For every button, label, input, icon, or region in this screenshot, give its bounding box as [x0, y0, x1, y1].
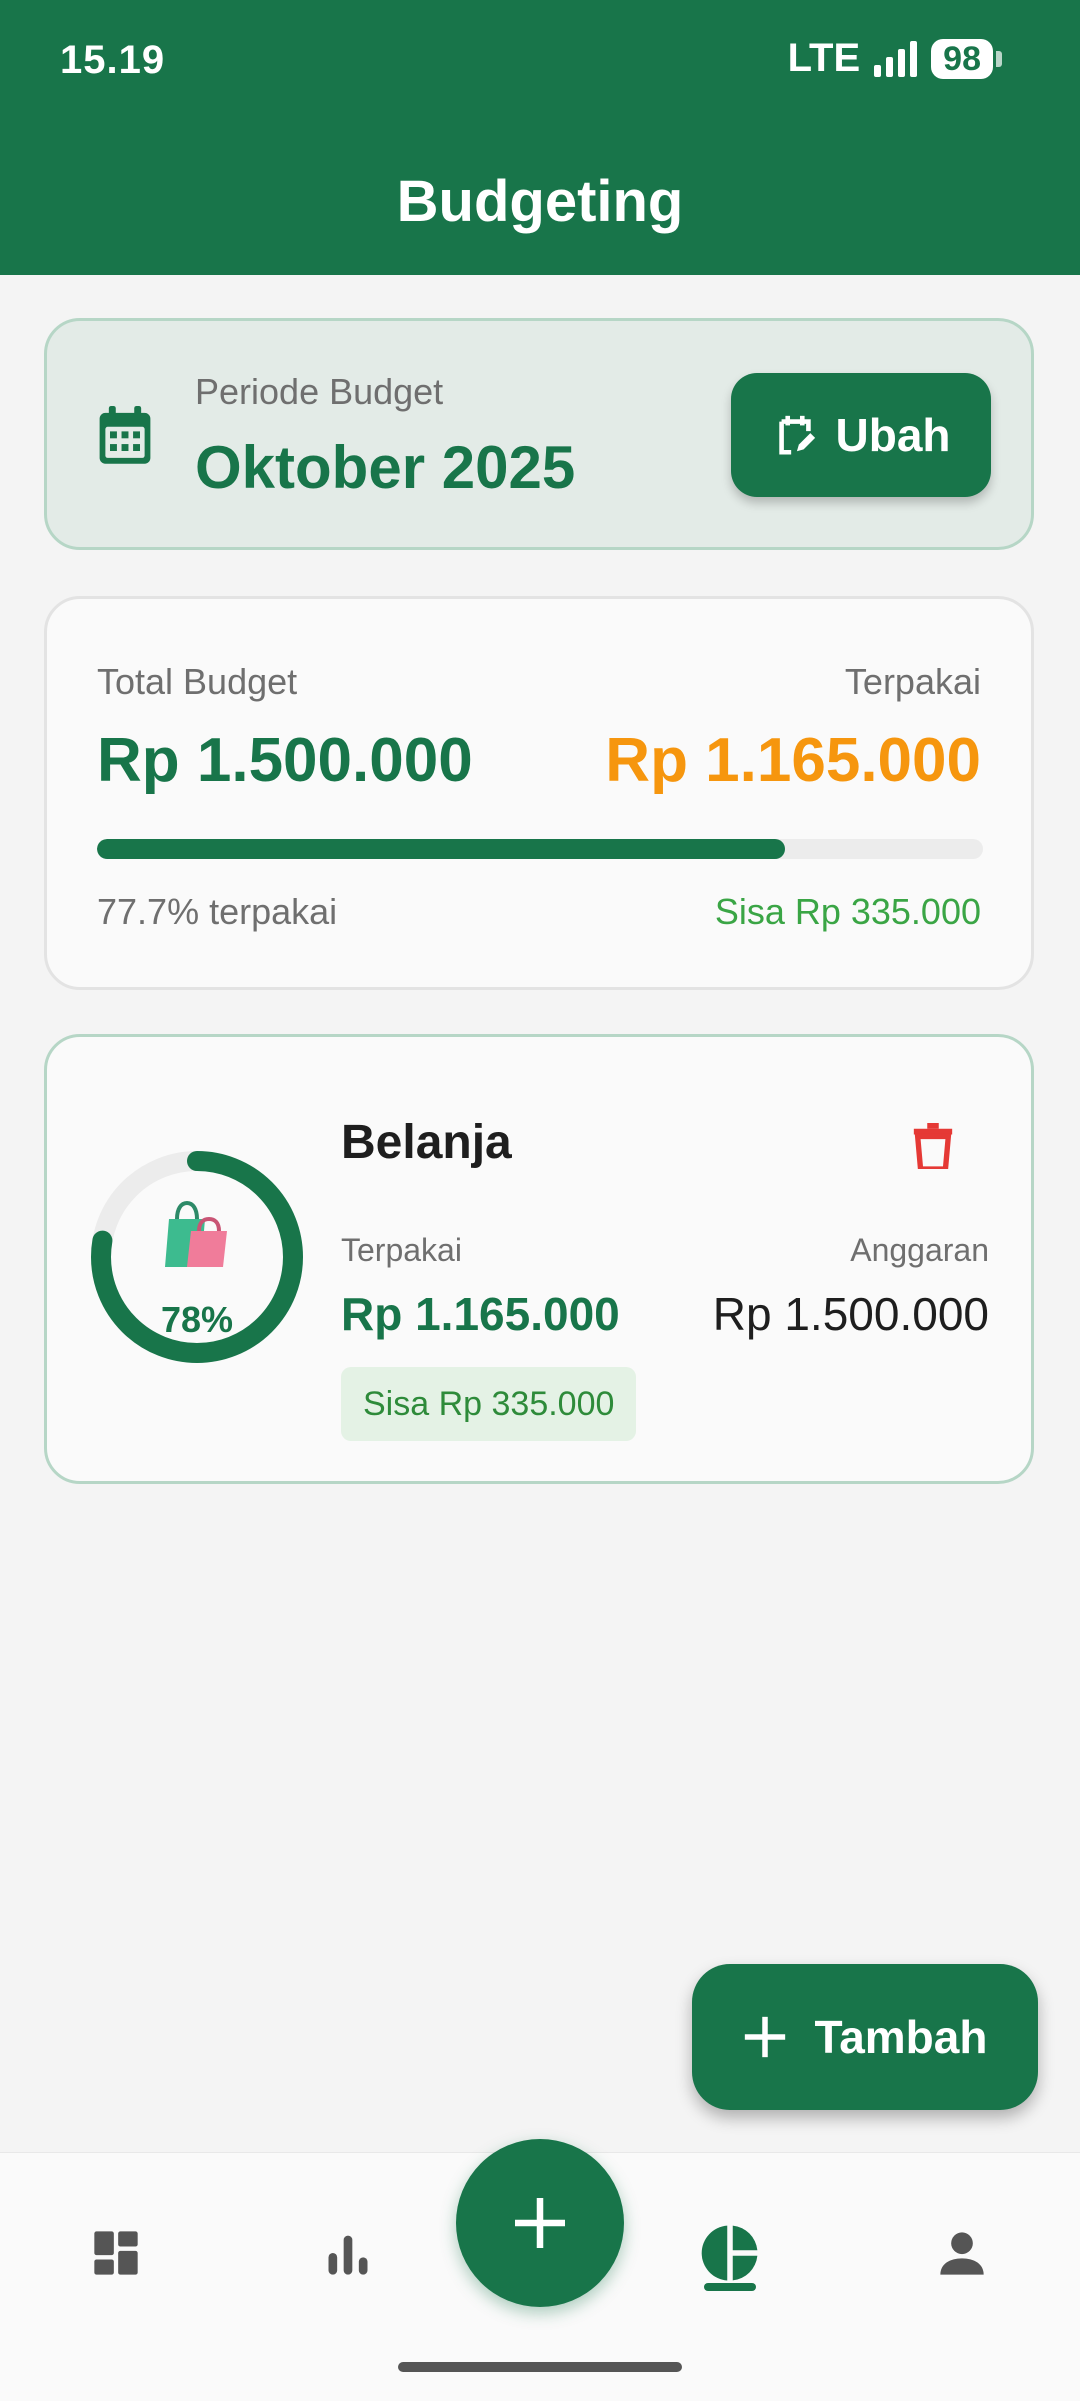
category-card[interactable]: 78% Belanja Terpakai Anggaran Rp 1.165.0…: [44, 1034, 1034, 1484]
used-value: Rp 1.165.000: [605, 726, 981, 795]
change-period-button[interactable]: Ubah: [731, 373, 991, 497]
shopping-bags-icon: [165, 1200, 227, 1267]
nav-profile[interactable]: [922, 2213, 1002, 2293]
period-card: Periode Budget Oktober 2025 Ubah: [44, 318, 1034, 550]
total-budget-value: Rp 1.500.000: [97, 726, 473, 795]
category-percent: 78%: [160, 1299, 234, 1340]
add-budget-button[interactable]: Tambah: [692, 1964, 1038, 2110]
network-type: LTE: [787, 36, 861, 80]
nav-dashboard[interactable]: [76, 2213, 156, 2293]
signal-icon: [874, 40, 918, 77]
status-time: 15.19: [60, 38, 166, 82]
person-icon: [940, 2232, 984, 2275]
budget-progress-bar: [97, 839, 983, 859]
battery-level: 98: [931, 38, 993, 79]
status-indicators: LTE 98: [788, 36, 1002, 81]
category-used-value: Rp 1.165.000: [341, 1288, 620, 1340]
nav-statistics[interactable]: [308, 2213, 388, 2293]
pie-chart-icon: [701, 2225, 758, 2281]
battery-icon: 98: [931, 38, 1002, 79]
remaining-text: Sisa Rp 335.000: [714, 891, 981, 932]
bar-chart-icon: [328, 2235, 368, 2275]
dashboard-icon: [94, 2231, 138, 2275]
delete-icon[interactable]: [913, 1123, 953, 1169]
category-name: Belanja: [341, 1116, 512, 1169]
nav-add-transaction[interactable]: [456, 2139, 624, 2307]
plus-icon: [744, 2016, 785, 2058]
page-title: Budgeting: [396, 169, 684, 234]
category-budget-label: Anggaran: [850, 1232, 989, 1268]
used-label: Terpakai: [844, 661, 981, 702]
period-value: Oktober 2025: [195, 434, 576, 501]
used-percent-text: 77.7% terpakai: [97, 891, 338, 932]
nav-budgeting[interactable]: [690, 2213, 770, 2293]
budget-progress-fill: [97, 839, 786, 859]
category-remaining-chip: Sisa Rp 335.000: [341, 1367, 637, 1441]
change-period-label: Ubah: [835, 409, 951, 461]
home-indicator[interactable]: [398, 2362, 682, 2372]
category-used-label: Terpakai: [341, 1232, 462, 1268]
period-label: Periode Budget: [195, 371, 444, 412]
category-budget-value: Rp 1.500.000: [712, 1288, 989, 1340]
total-budget-label: Total Budget: [97, 661, 298, 702]
budget-summary-card: Total Budget Terpakai Rp 1.500.000 Rp 1.…: [44, 596, 1034, 990]
edit-calendar-icon: [778, 415, 815, 455]
add-budget-label: Tambah: [814, 2011, 988, 2063]
nav-active-indicator: [704, 2283, 756, 2291]
add-icon: [515, 2198, 565, 2248]
calendar-icon: [99, 406, 151, 464]
